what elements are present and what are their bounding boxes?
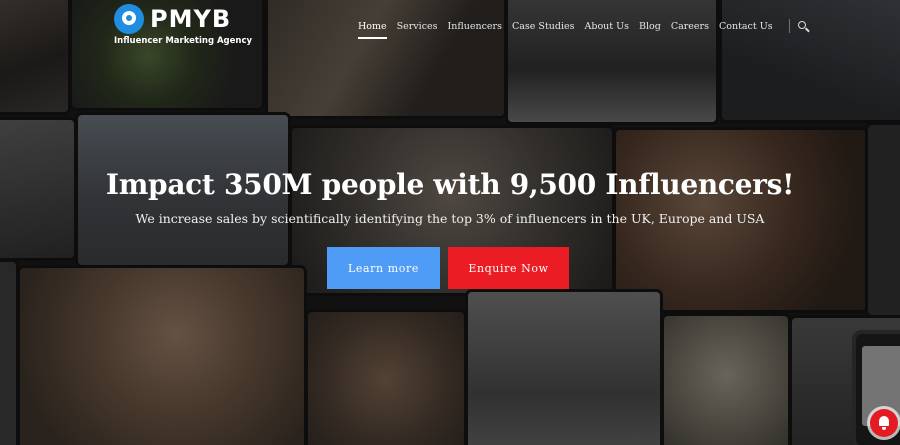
site-logo[interactable]: PMYB Influencer Marketing Agency (114, 4, 252, 46)
hero-title: Impact 350M people with 9,500 Influencer… (105, 168, 795, 201)
hero-subtitle: We increase sales by scientifically iden… (135, 211, 765, 226)
nav-item-blog[interactable]: Blog (639, 21, 661, 32)
enquire-now-button[interactable]: Enquire Now (448, 247, 569, 289)
nav-item-careers[interactable]: Careers (671, 21, 709, 32)
nav-item-case-studies[interactable]: Case Studies (512, 21, 575, 32)
nav-item-services[interactable]: Services (397, 21, 438, 32)
nav-item-contact-us[interactable]: Contact Us (719, 21, 773, 32)
logo-icon (114, 4, 144, 34)
page: PMYB Influencer Marketing Agency Home Se… (0, 0, 900, 445)
nav-item-home[interactable]: Home (358, 21, 387, 39)
brand-tagline: Influencer Marketing Agency (114, 36, 253, 46)
learn-more-button[interactable]: Learn more (327, 247, 440, 289)
nav-item-about-us[interactable]: About Us (585, 21, 630, 32)
notification-button[interactable] (870, 409, 898, 437)
search-icon[interactable] (797, 20, 809, 32)
nav-divider (788, 19, 790, 33)
main-navigation: Home Services Influencers Case Studies A… (358, 19, 809, 39)
nav-item-influencers[interactable]: Influencers (448, 21, 502, 32)
brand-name: PMYB (150, 5, 232, 33)
bell-icon (879, 416, 889, 430)
